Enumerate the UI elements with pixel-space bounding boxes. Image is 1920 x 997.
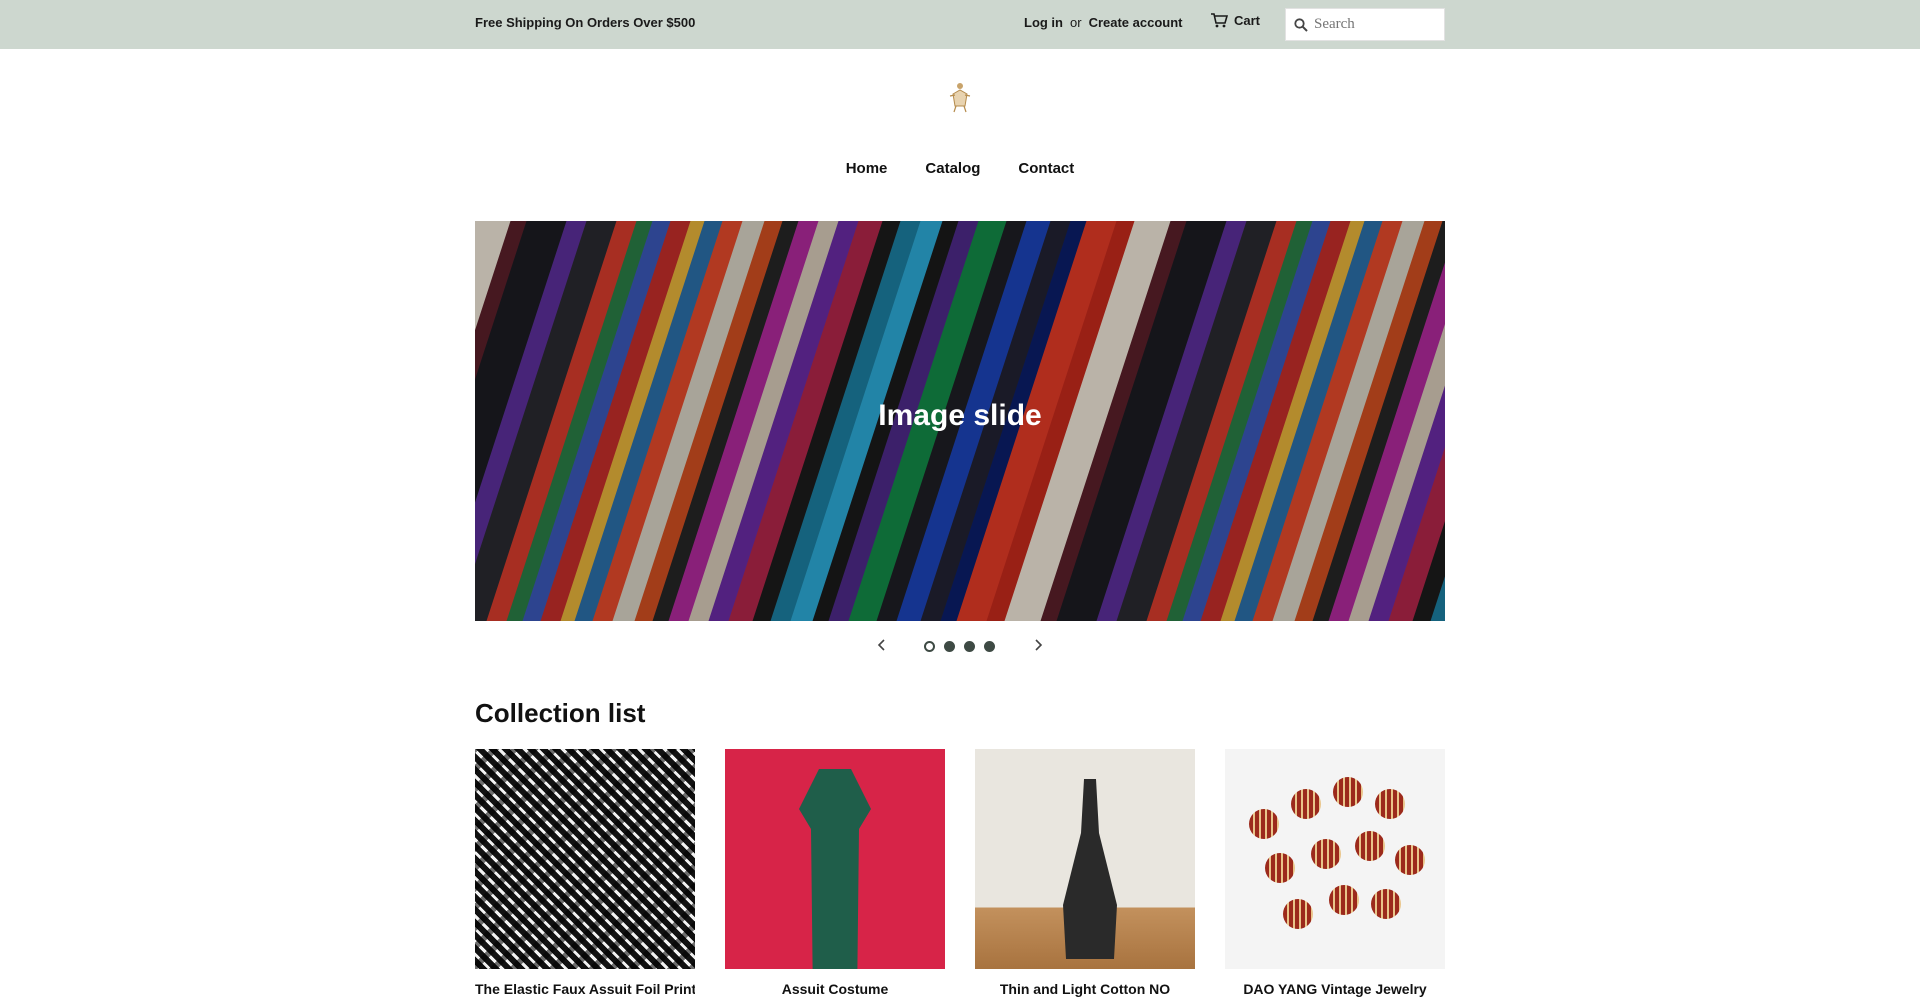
search-input[interactable]: [1314, 16, 1434, 33]
announcement-text: Free Shipping On Orders Over $500: [475, 15, 696, 30]
collection-card[interactable]: DAO YANG Vintage Jewelry: [1225, 749, 1445, 997]
collection-list-heading: Collection list: [475, 698, 646, 728]
slide-dot-3[interactable]: [964, 641, 975, 652]
login-link[interactable]: Log in: [1024, 15, 1063, 30]
store-logo[interactable]: [947, 80, 973, 114]
collection-card[interactable]: Thin and Light Cotton NO: [975, 749, 1195, 997]
collection-title[interactable]: Assuit Costume: [725, 981, 945, 997]
nav-item-contact[interactable]: Contact: [1018, 160, 1074, 177]
create-account-link[interactable]: Create account: [1089, 15, 1183, 30]
slide-dot-2[interactable]: [944, 641, 955, 652]
slide-dot-1[interactable]: [924, 641, 935, 652]
cart-link[interactable]: Cart: [1210, 13, 1260, 28]
collection-card[interactable]: The Elastic Faux Assuit Foil Print: [475, 749, 695, 997]
collection-title[interactable]: Thin and Light Cotton NO: [975, 981, 1195, 997]
slide-title: Image slide: [878, 399, 1042, 432]
collection-image[interactable]: [725, 749, 945, 969]
account-links: Log in or Create account: [1024, 15, 1182, 30]
collection-image[interactable]: [475, 749, 695, 969]
chevron-left-icon[interactable]: [877, 638, 887, 657]
collection-image[interactable]: [1225, 749, 1445, 969]
or-text: or: [1070, 15, 1082, 30]
collection-title[interactable]: DAO YANG Vintage Jewelry: [1225, 981, 1445, 997]
collection-grid: The Elastic Faux Assuit Foil Print Assui…: [475, 749, 1445, 997]
top-bar: Free Shipping On Orders Over $500 Log in…: [0, 0, 1920, 49]
hero-slideshow[interactable]: Image slide: [475, 221, 1445, 621]
collection-image[interactable]: [975, 749, 1195, 969]
nav-item-home[interactable]: Home: [846, 160, 888, 177]
cart-label: Cart: [1234, 13, 1261, 28]
slideshow-controls: [0, 638, 1920, 654]
main-nav: Home Catalog Contact: [0, 160, 1920, 177]
slide-dots: [924, 641, 995, 652]
cart-icon: [1211, 13, 1228, 28]
collection-title[interactable]: The Elastic Faux Assuit Foil Print: [475, 981, 695, 997]
slide-dot-4[interactable]: [984, 641, 995, 652]
collection-card[interactable]: Assuit Costume: [725, 749, 945, 997]
chevron-right-icon[interactable]: [1033, 638, 1043, 657]
search-icon[interactable]: [1294, 17, 1308, 32]
search-box: [1285, 8, 1445, 41]
nav-item-catalog[interactable]: Catalog: [925, 160, 980, 177]
